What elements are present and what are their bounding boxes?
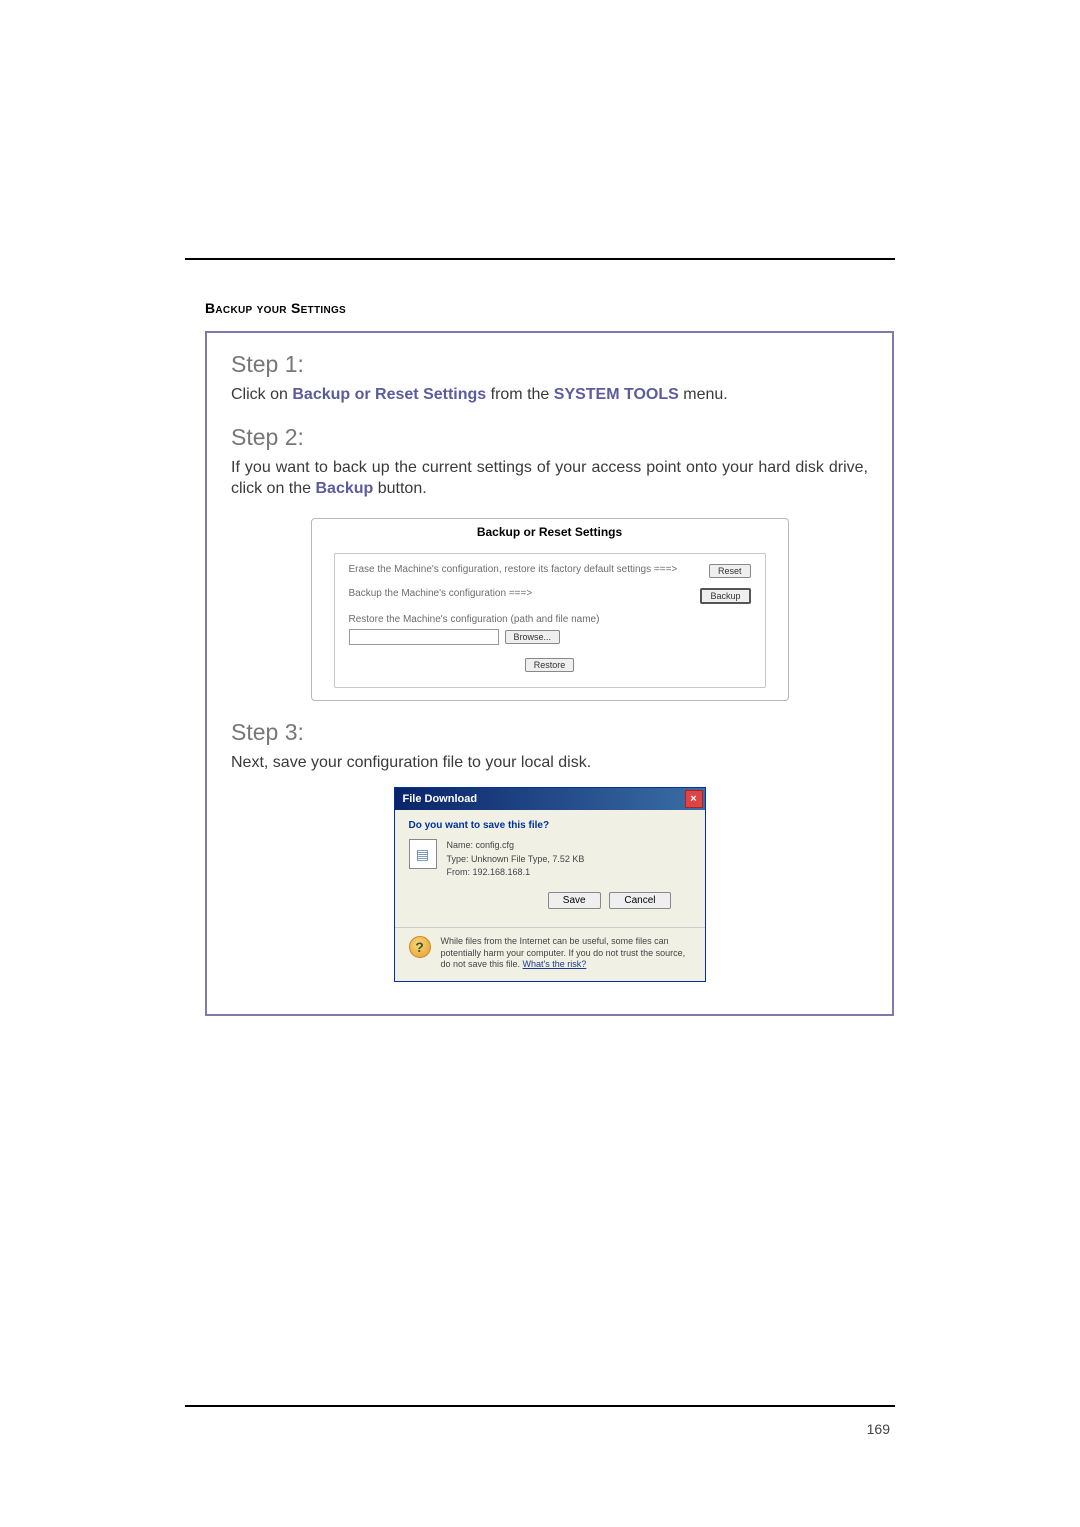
erase-text: Erase the Machine's configuration, resto… <box>349 564 709 575</box>
file-path-input[interactable] <box>349 629 499 645</box>
dialog-question: Do you want to save this file? <box>409 820 691 831</box>
backup-panel-title: Backup or Reset Settings <box>312 519 788 553</box>
risk-link[interactable]: What's the risk? <box>523 959 587 969</box>
warning-icon: ? <box>409 936 431 958</box>
file-input-row: Browse... <box>349 629 751 645</box>
backup-button[interactable]: Backup <box>700 588 750 604</box>
dialog-footer: ? While files from the Internet can be u… <box>395 927 705 981</box>
step-3-text: Next, save your configuration file to yo… <box>231 752 868 774</box>
file-details: Name: config.cfg Type: Unknown File Type… <box>447 839 585 880</box>
step-2: Step 2: If you want to back up the curre… <box>231 424 868 701</box>
step-3: Step 3: Next, save your configuration fi… <box>231 719 868 982</box>
cancel-button[interactable]: Cancel <box>609 892 670 909</box>
backup-row: Backup the Machine's configuration ===> … <box>349 588 751 604</box>
dialog-titlebar: File Download × <box>395 788 705 810</box>
step-1: Step 1: Click on Backup or Reset Setting… <box>231 351 868 406</box>
file-info-row: ▤ Name: config.cfg Type: Unknown File Ty… <box>409 839 691 880</box>
backup-text: Backup the Machine's configuration ===> <box>349 588 701 599</box>
step-2-text: If you want to back up the current setti… <box>231 457 868 500</box>
section-title: Backup your Settings <box>205 300 910 316</box>
step-1-text: Click on Backup or Reset Settings from t… <box>231 384 868 406</box>
file-download-dialog: File Download × Do you want to save this… <box>394 787 706 982</box>
close-icon[interactable]: × <box>685 790 703 808</box>
browse-button[interactable]: Browse... <box>505 630 561 644</box>
step-3-heading: Step 3: <box>231 719 868 746</box>
save-button[interactable]: Save <box>548 892 601 909</box>
dialog-buttons: Save Cancel <box>409 892 691 909</box>
restore-text: Restore the Machine's configuration (pat… <box>349 614 751 625</box>
warning-text: While files from the Internet can be use… <box>441 936 691 971</box>
reset-button[interactable]: Reset <box>709 564 751 578</box>
step-1-heading: Step 1: <box>231 351 868 378</box>
bottom-rule <box>185 1405 895 1407</box>
file-icon: ▤ <box>409 839 437 869</box>
restore-button[interactable]: Restore <box>525 658 575 672</box>
page-number: 169 <box>867 1421 890 1437</box>
dialog-title: File Download <box>403 793 478 805</box>
erase-row: Erase the Machine's configuration, resto… <box>349 564 751 578</box>
top-rule <box>185 258 895 260</box>
backup-panel-inner: Erase the Machine's configuration, resto… <box>334 553 766 688</box>
step-2-heading: Step 2: <box>231 424 868 451</box>
backup-reset-panel: Backup or Reset Settings Erase the Machi… <box>311 518 789 701</box>
steps-box: Step 1: Click on Backup or Reset Setting… <box>205 331 894 1016</box>
